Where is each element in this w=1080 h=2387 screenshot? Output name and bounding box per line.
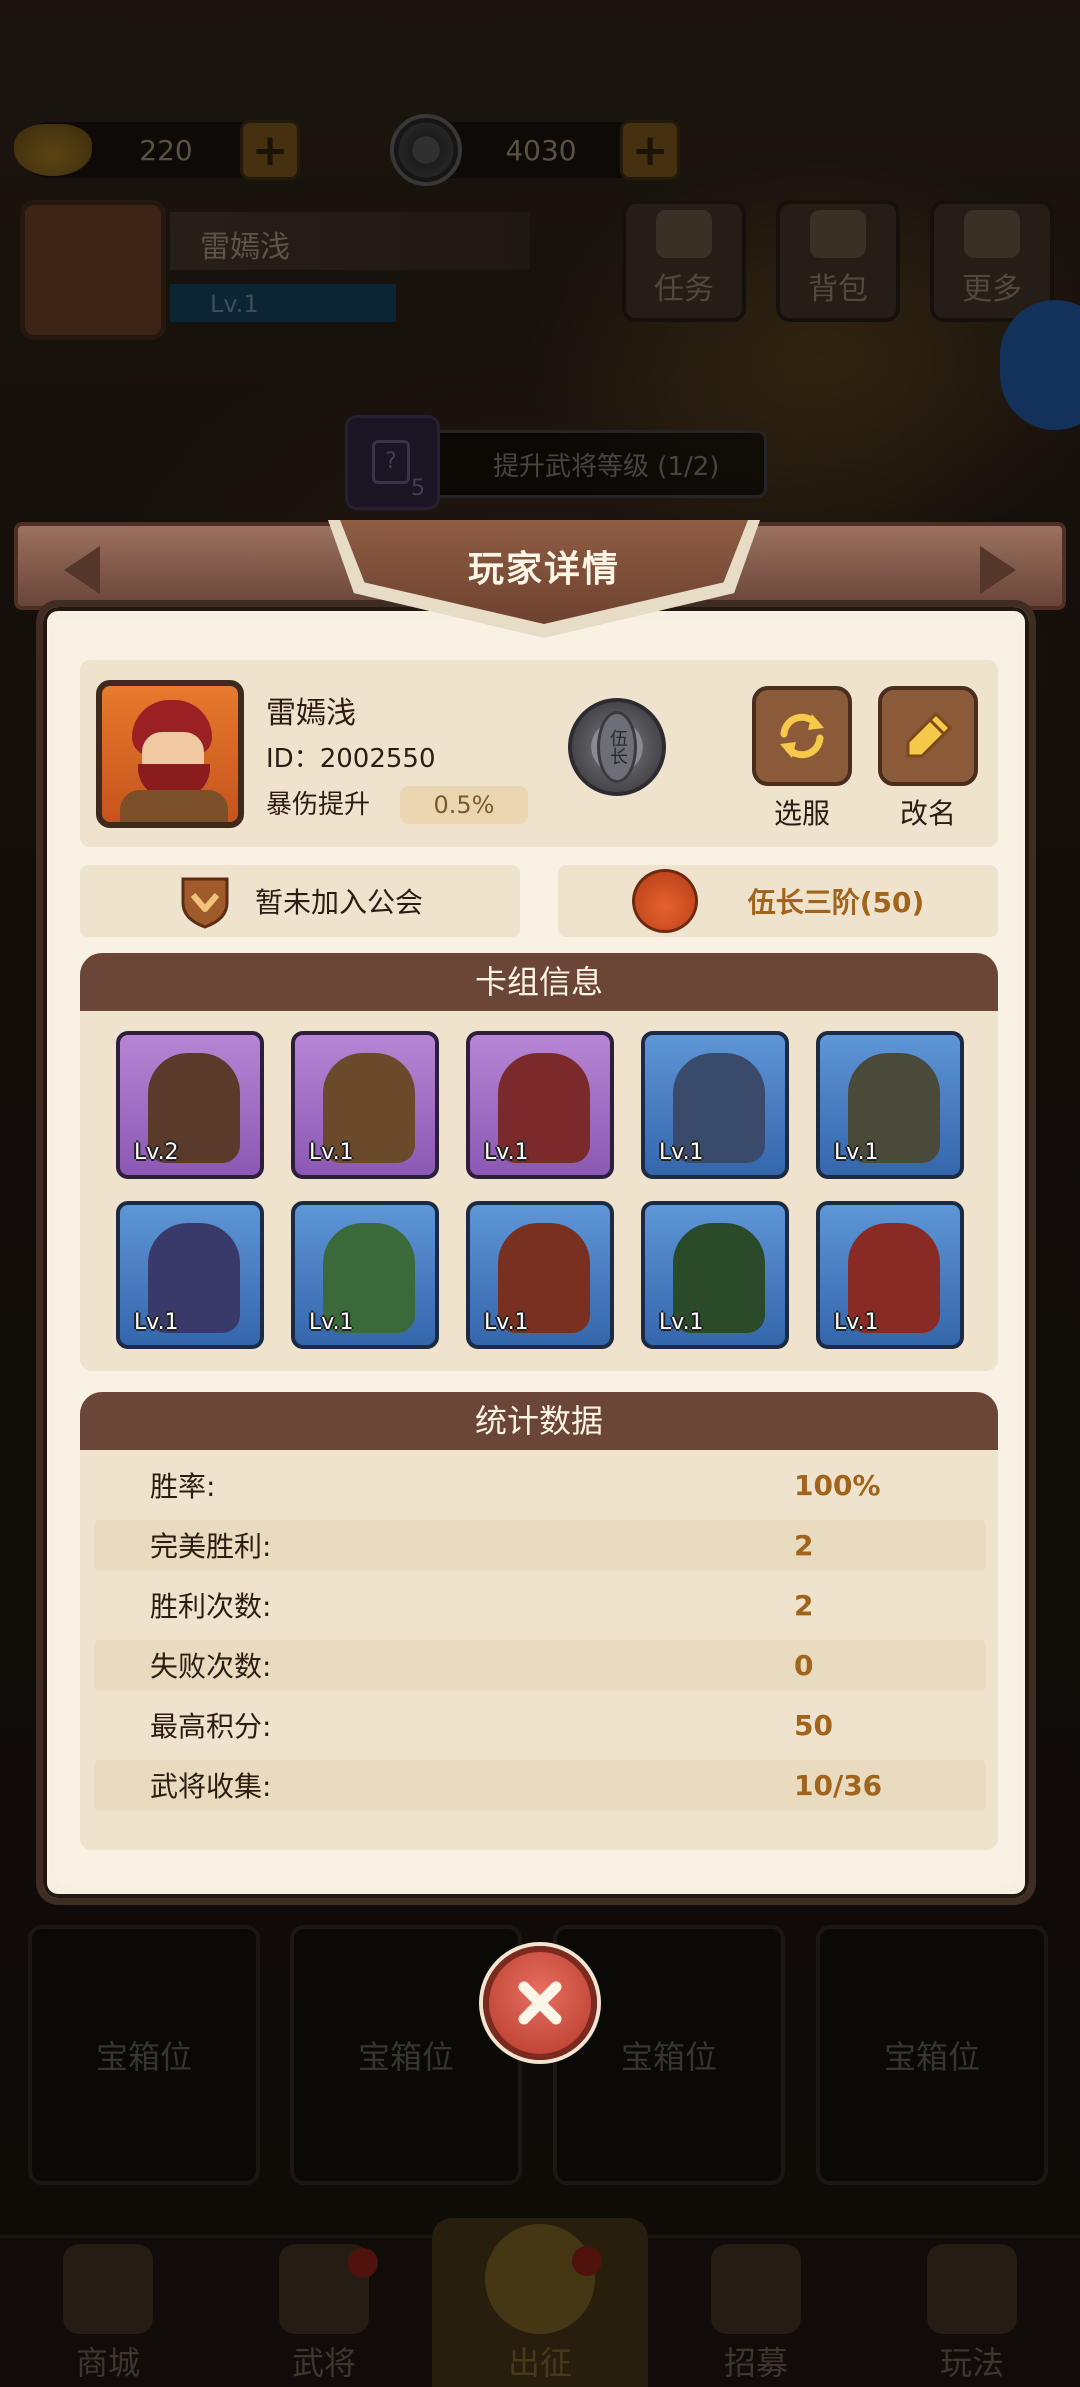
rename-label: 改名 [899, 797, 956, 830]
general-level: Lv.1 [309, 1140, 354, 1165]
general-level: Lv.2 [134, 1140, 179, 1165]
select-server-button[interactable] [752, 686, 852, 786]
general-card[interactable]: Lv.1 [816, 1031, 964, 1179]
deck-section: Lv.2 Lv.1 Lv.1 Lv.1 Lv.1 Lv.1 Lv.1 Lv.1 Lv.1 Lv.1 [80, 1011, 998, 1371]
rank-badge-icon: 伍长 [568, 698, 666, 796]
player-avatar[interactable] [96, 680, 244, 828]
close-button[interactable] [483, 1946, 597, 2060]
general-card[interactable]: Lv.1 [641, 1201, 789, 1349]
stat-value: 2 [794, 1528, 814, 1562]
stat-label: 完美胜利: [150, 1530, 272, 1563]
general-card[interactable]: Lv.2 [116, 1031, 264, 1179]
general-level: Lv.1 [659, 1140, 704, 1165]
player-id: ID：2002550 [266, 744, 436, 774]
rank-badge-text: 伍长 [607, 729, 628, 765]
general-card[interactable]: Lv.1 [291, 1031, 439, 1179]
stat-value: 10/36 [794, 1768, 883, 1802]
pouch-icon [631, 869, 698, 933]
select-server-label: 选服 [773, 797, 830, 830]
general-card[interactable]: Lv.1 [291, 1201, 439, 1349]
stat-row: 胜率: 100% [94, 1460, 986, 1510]
rank-text: 伍长三阶(50) [747, 886, 925, 919]
player-info-card: 雷嫣浅 ID：2002550 暴伤提升 0.5% 伍长 选服 改名 [80, 660, 998, 847]
general-card[interactable]: Lv.1 [116, 1201, 264, 1349]
rename-button[interactable] [878, 686, 978, 786]
rank-badge-blade: 伍长 [597, 711, 637, 783]
guild-status[interactable]: 暂未加入公会 [80, 865, 520, 937]
general-card[interactable]: Lv.1 [466, 1031, 614, 1179]
stat-label: 武将收集: [150, 1770, 272, 1803]
right-arrow-decoration-icon [980, 546, 1016, 594]
stat-label: 失败次数: [150, 1650, 272, 1683]
refresh-icon [780, 713, 824, 759]
stat-row: 胜利次数: 2 [94, 1580, 986, 1630]
general-level: Lv.1 [309, 1310, 354, 1335]
stat-value: 0 [794, 1648, 814, 1682]
rank-status: 伍长三阶(50) [558, 865, 998, 937]
general-level: Lv.1 [484, 1140, 529, 1165]
guild-text: 暂未加入公会 [254, 886, 423, 919]
stat-label: 最高积分: [150, 1710, 272, 1743]
stat-value: 50 [794, 1708, 833, 1742]
general-level: Lv.1 [834, 1310, 879, 1335]
general-card[interactable]: Lv.1 [816, 1201, 964, 1349]
stat-value: 100% [794, 1468, 881, 1502]
general-level: Lv.1 [834, 1140, 879, 1165]
stat-row: 武将收集: 10/36 [94, 1760, 986, 1810]
crit-boost-label: 暴伤提升 [266, 790, 371, 820]
stat-label: 胜利次数: [150, 1590, 272, 1623]
stat-row: 完美胜利: 2 [94, 1520, 986, 1570]
stat-value: 2 [794, 1588, 814, 1622]
modal-title: 玩家详情 [467, 549, 620, 590]
avatar-body [120, 790, 228, 822]
stats-section-header: 统计数据 [80, 1392, 998, 1450]
general-level: Lv.1 [659, 1310, 704, 1335]
general-level: Lv.1 [134, 1310, 179, 1335]
stat-label: 胜率: [150, 1470, 216, 1503]
left-arrow-decoration-icon [64, 546, 100, 594]
general-card[interactable]: Lv.1 [466, 1201, 614, 1349]
pencil-icon [906, 711, 953, 758]
stat-row: 失败次数: 0 [94, 1640, 986, 1690]
shield-icon [181, 877, 229, 929]
general-card[interactable]: Lv.1 [641, 1031, 789, 1179]
deck-section-header: 卡组信息 [80, 953, 998, 1011]
stat-row: 最高积分: 50 [94, 1700, 986, 1750]
player-name: 雷嫣浅 [266, 696, 356, 731]
crit-boost-value: 0.5% [400, 786, 528, 824]
general-level: Lv.1 [484, 1310, 529, 1335]
close-icon [518, 1981, 562, 2025]
